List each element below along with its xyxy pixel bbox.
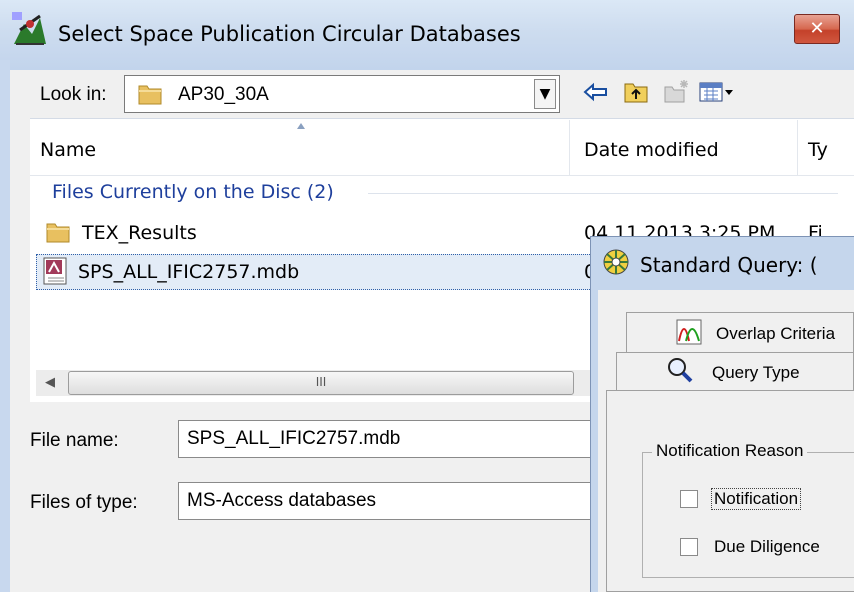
folder-icon	[138, 85, 162, 105]
group-header[interactable]: Files Currently on the Disc (2)	[52, 181, 334, 203]
file-row-name[interactable]: SPS_ALL_IFIC2757.mdb	[78, 261, 299, 283]
file-row-name[interactable]: TEX_Results	[82, 222, 197, 244]
files-of-type-label: Files of type:	[30, 492, 138, 513]
header-divider	[30, 175, 854, 176]
look-in-value: AP30_30A	[178, 84, 269, 105]
magnifier-icon	[668, 358, 693, 383]
scrollbar-thumb[interactable]: III	[68, 371, 574, 395]
chevron-down-icon[interactable]: ▼	[534, 79, 556, 109]
new-folder-icon[interactable]	[662, 78, 690, 106]
notification-checkbox[interactable]	[680, 490, 698, 508]
column-header-name-label: Name	[40, 139, 97, 161]
scroll-left-arrow-icon[interactable]: ◀	[36, 370, 64, 396]
back-arrow-icon[interactable]	[582, 78, 610, 106]
look-in-label: Look in:	[40, 84, 107, 105]
window-frame-left	[0, 60, 10, 592]
globe-disc-icon	[603, 249, 629, 275]
query-window-title: Standard Query: (	[640, 253, 818, 277]
column-header-date-label: Date modified	[584, 139, 719, 161]
window-title: Select Space Publication Circular Databa…	[58, 22, 521, 46]
up-folder-icon[interactable]	[622, 78, 650, 106]
tab-query-type-label: Query Type	[712, 363, 800, 382]
file-name-input[interactable]: SPS_ALL_IFIC2757.mdb	[178, 420, 596, 458]
notification-checkbox-label[interactable]: Notification	[710, 488, 802, 510]
close-button[interactable]: ✕	[794, 14, 840, 44]
notification-reason-group	[642, 452, 854, 578]
column-header-type-label[interactable]: Ty	[808, 139, 828, 161]
satellite-dish-app-icon	[12, 12, 46, 45]
overlap-curves-icon	[676, 319, 702, 345]
file-name-label: File name:	[30, 430, 119, 451]
folder-icon	[46, 223, 70, 243]
view-menu-icon[interactable]	[698, 78, 736, 106]
due-diligence-checkbox-label[interactable]: Due Diligence	[714, 537, 820, 557]
sort-ascending-icon	[297, 123, 305, 129]
group-divider	[368, 193, 838, 194]
notification-reason-label: Notification Reason	[652, 441, 808, 461]
due-diligence-checkbox[interactable]	[680, 538, 698, 556]
files-of-type-select[interactable]: MS-Access databases	[178, 482, 596, 520]
access-database-icon	[43, 257, 67, 285]
tab-overlap-criteria-label: Overlap Criteria	[716, 324, 836, 343]
